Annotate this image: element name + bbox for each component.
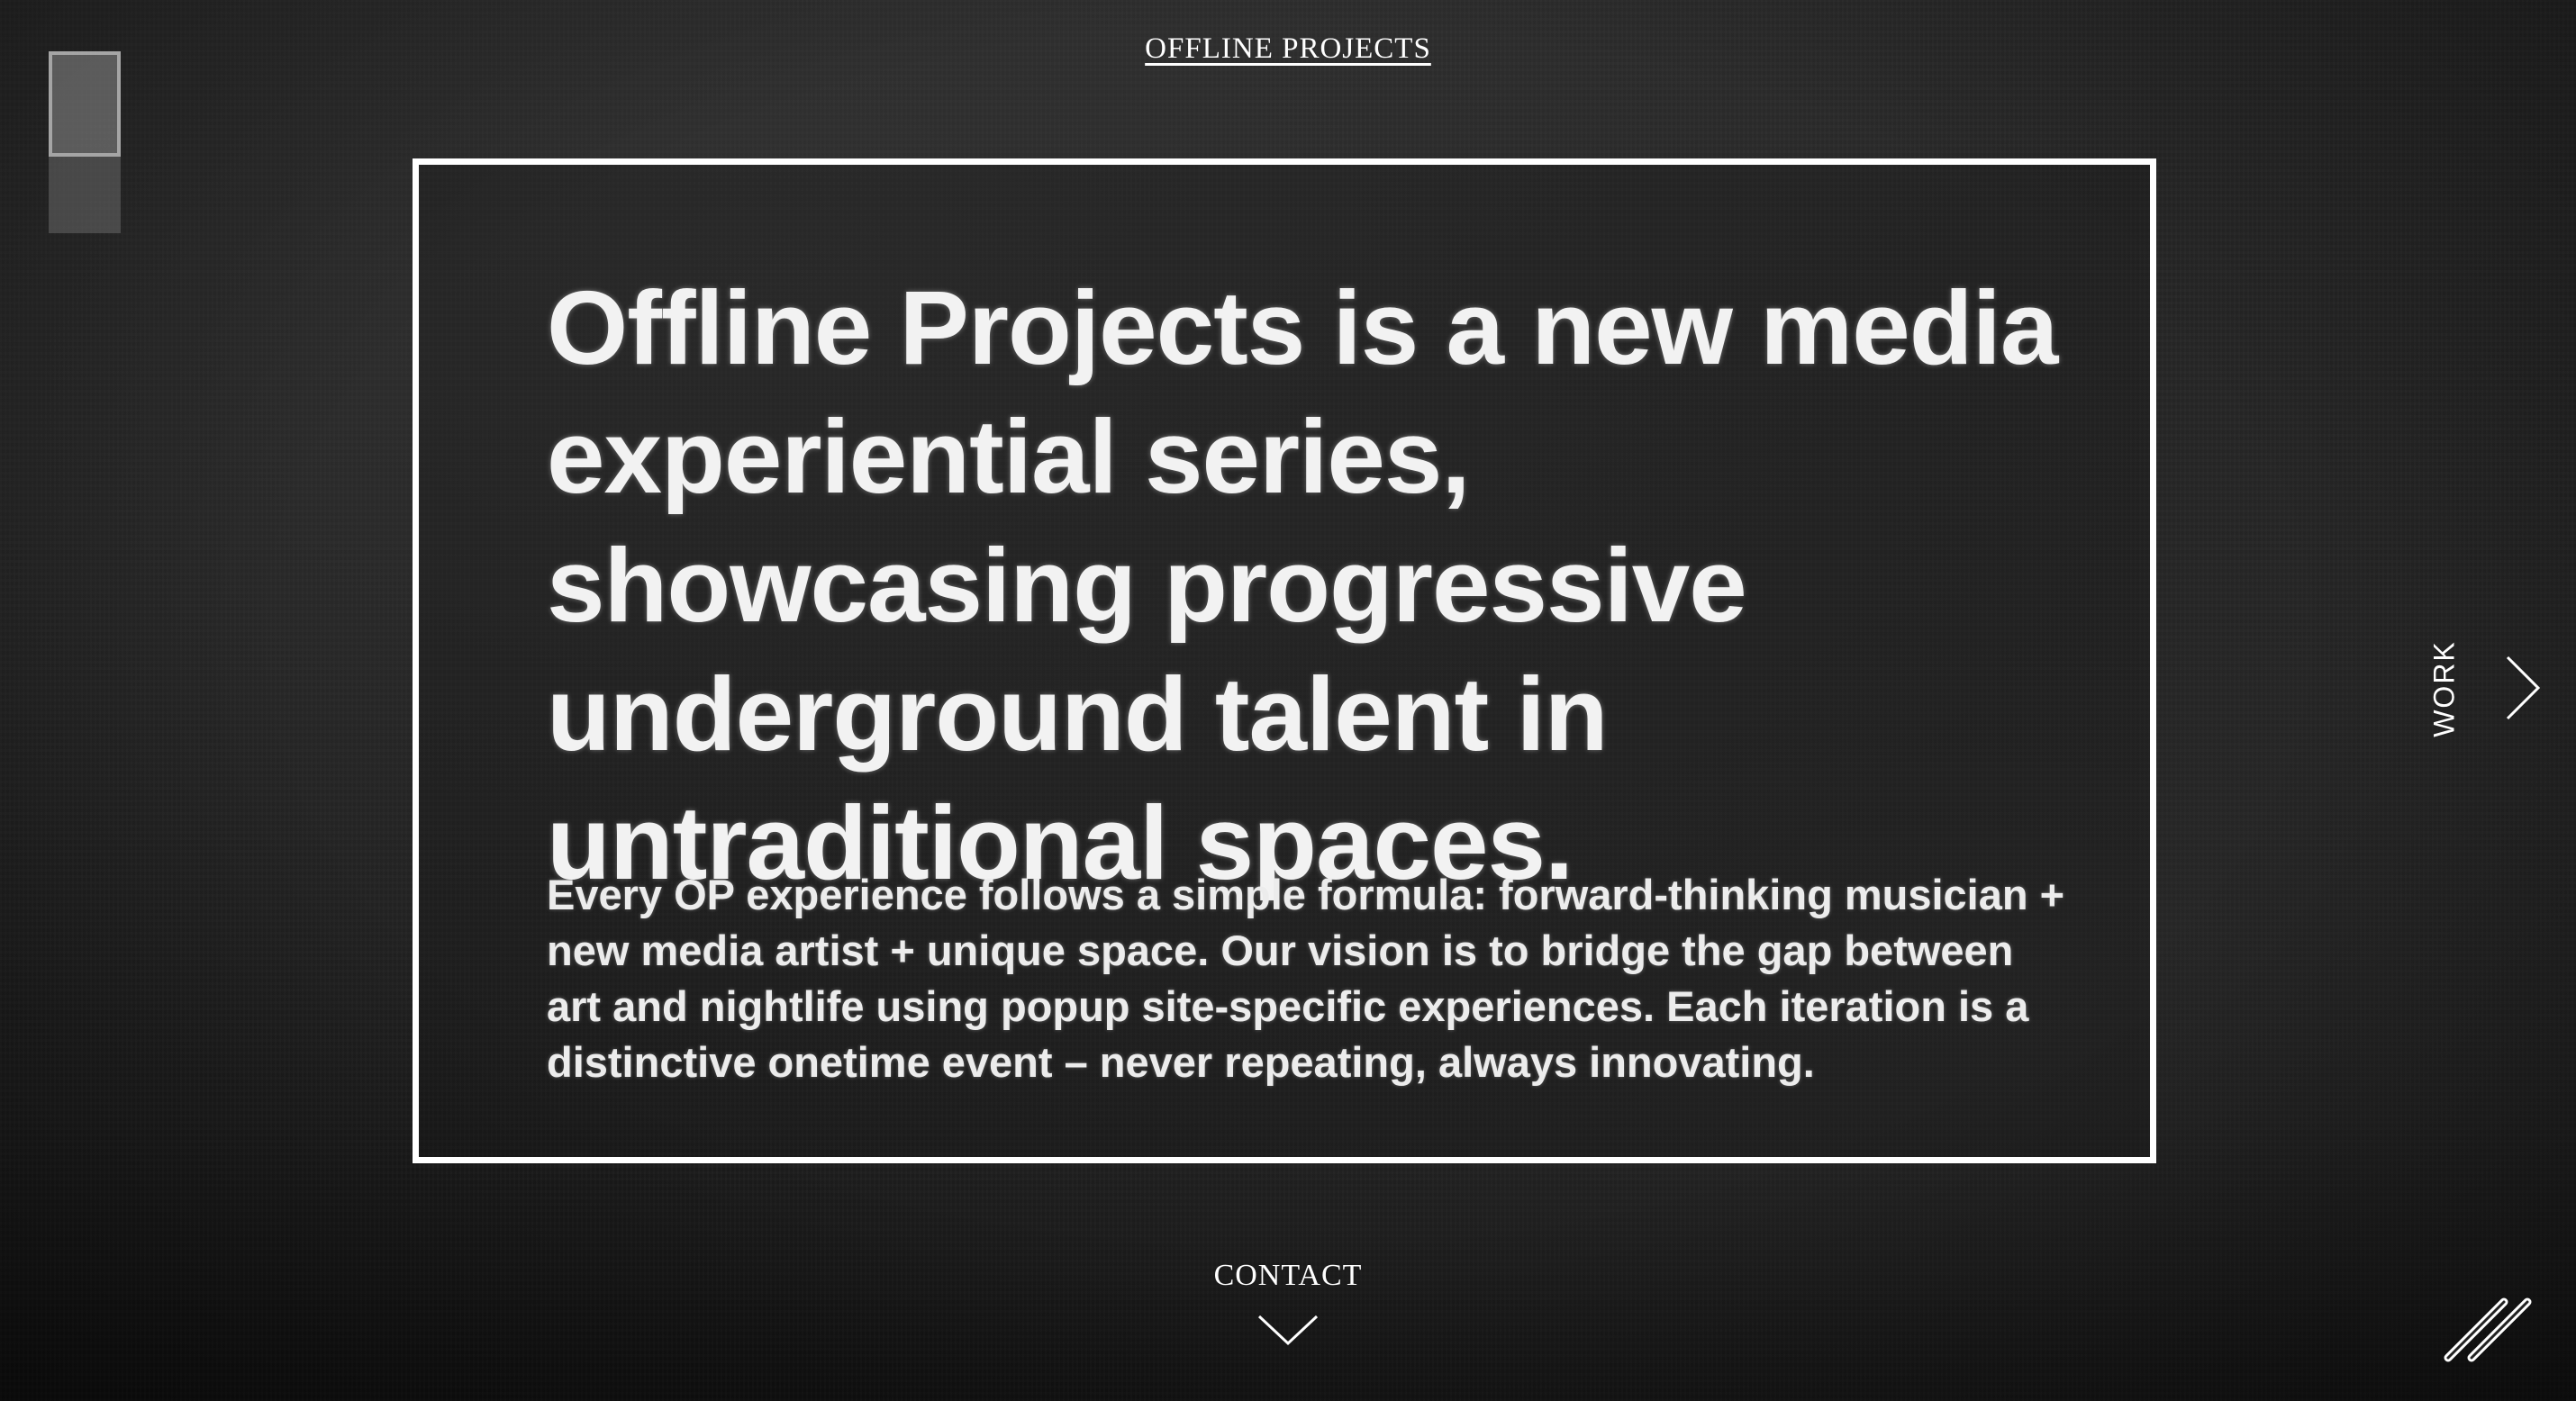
- chevron-down-icon: [1257, 1315, 1319, 1346]
- slide-indicator-item[interactable]: [49, 157, 121, 233]
- headline: Offline Projects is a new media experien…: [547, 269, 2058, 901]
- slide-indicator: [49, 51, 121, 233]
- work-nav-label: WORK: [2427, 640, 2461, 737]
- contact-nav-label: CONTACT: [1213, 1259, 1363, 1292]
- double-slash-logo-icon[interactable]: [2441, 1288, 2540, 1364]
- chevron-right-icon: [2506, 655, 2541, 720]
- page: OFFLINE PROJECTS Offline Projects is a n…: [0, 0, 2576, 1401]
- contact-nav-button[interactable]: CONTACT: [1198, 1259, 1378, 1367]
- work-nav-button[interactable]: WORK: [2428, 630, 2549, 747]
- slide-indicator-item-active[interactable]: [49, 51, 121, 157]
- description-text: Every OP experience follows a simple for…: [547, 871, 2065, 1086]
- brand-link[interactable]: OFFLINE PROJECTS: [0, 32, 2576, 66]
- content-frame: Offline Projects is a new media experien…: [413, 158, 2156, 1163]
